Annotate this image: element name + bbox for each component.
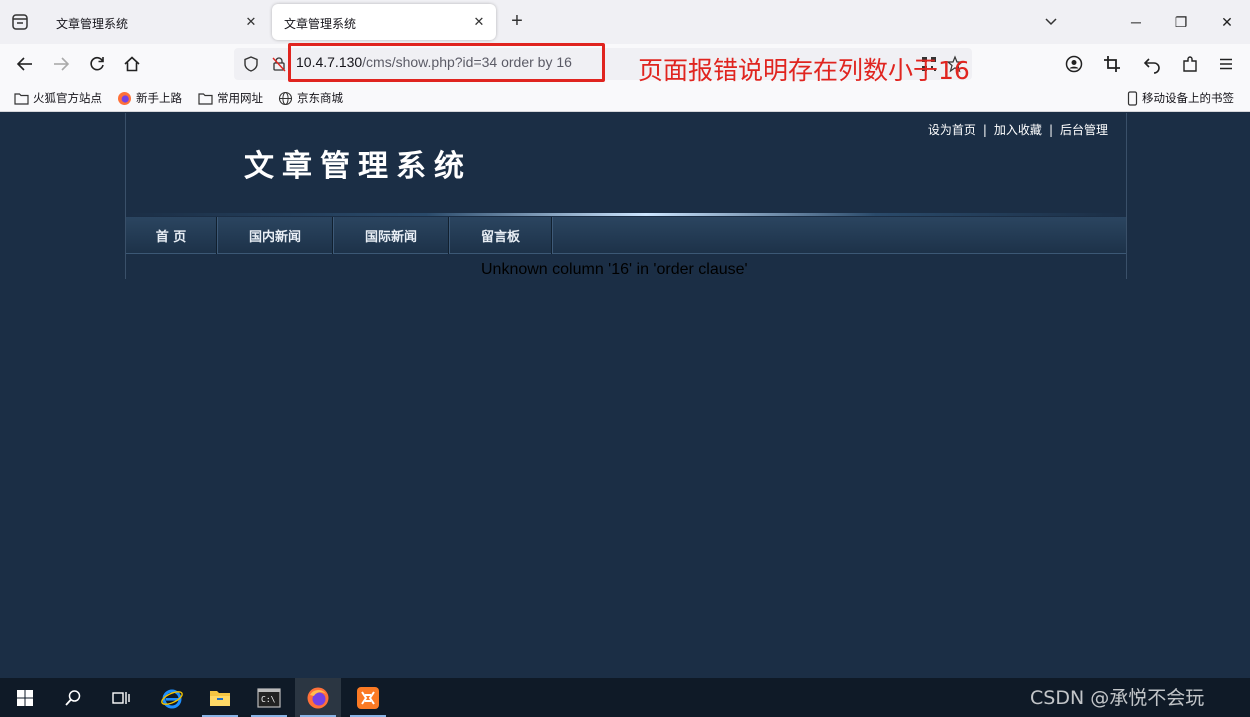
screenshot-button[interactable]	[1101, 53, 1123, 75]
site-logo[interactable]: 文章管理系统	[244, 141, 472, 185]
bookmark-item[interactable]: 火狐官方站点	[14, 90, 102, 106]
xampp-icon	[357, 686, 379, 709]
top-links: 设为首页 | 加入收藏 | 后台管理	[928, 121, 1108, 138]
maximize-button[interactable]: ❐	[1171, 12, 1191, 32]
tab-list-icon	[12, 14, 28, 30]
bookmark-label: 火狐官方站点	[33, 91, 102, 105]
web-content: 设为首页 | 加入收藏 | 后台管理 文章管理系统 首 页 国内新闻 国际新闻 留言板 …	[0, 113, 1250, 678]
arrow-left-icon	[16, 57, 32, 71]
tab-bar: 文章管理系统 ✕ 文章管理系统 ✕ + ─ ❐ ✕	[0, 0, 1250, 44]
account-icon	[1065, 55, 1083, 73]
bookmark-label: 常用网址	[217, 91, 263, 105]
menu-item-international-news[interactable]: 国际新闻	[334, 217, 449, 254]
insecure-lock-icon[interactable]	[270, 55, 288, 73]
menu-item-domestic-news[interactable]: 国内新闻	[218, 217, 333, 254]
new-tab-button[interactable]: +	[505, 10, 529, 34]
shield-icon[interactable]	[242, 55, 260, 73]
sql-error-message: Unknown column '16' in 'order clause'	[481, 261, 748, 278]
menu-item-home[interactable]: 首 页	[126, 217, 217, 254]
bookmark-item[interactable]: 新手上路	[117, 90, 182, 106]
arrow-right-icon	[54, 57, 70, 71]
firefox-taskbar[interactable]	[295, 678, 341, 717]
puzzle-icon	[1183, 56, 1197, 72]
reload-icon	[90, 56, 104, 71]
task-view-button[interactable]	[98, 678, 144, 717]
folder-icon	[198, 92, 213, 105]
bookmarks-toolbar: 火狐官方站点 新手上路 常用网址 京东商城 移动设备上的书签	[0, 84, 1250, 112]
crop-icon	[1104, 56, 1120, 72]
navigation-toolbar	[0, 44, 1250, 84]
undo-icon	[1143, 58, 1160, 74]
internet-explorer-icon	[161, 689, 183, 708]
forward-button[interactable]	[50, 53, 72, 75]
list-all-tabs-button[interactable]	[1041, 12, 1061, 32]
command-prompt-taskbar[interactable]: C:\	[246, 678, 292, 717]
file-explorer-taskbar[interactable]	[197, 678, 243, 717]
mobile-device-icon	[1127, 90, 1138, 106]
folder-icon	[14, 92, 29, 105]
search-button[interactable]	[50, 678, 96, 717]
back-button[interactable]	[14, 53, 36, 75]
reload-button[interactable]	[86, 53, 108, 75]
tab-title: 文章管理系统	[284, 17, 357, 31]
add-favorite-link[interactable]: 加入收藏	[994, 123, 1042, 137]
task-view-icon	[112, 691, 130, 704]
separator: |	[1048, 123, 1053, 137]
undo-button[interactable]	[1141, 53, 1163, 75]
mobile-bookmarks-label: 移动设备上的书签	[1142, 91, 1234, 105]
extensions-button[interactable]	[1179, 53, 1201, 75]
close-window-button[interactable]: ✕	[1217, 12, 1237, 32]
folder-icon	[210, 690, 230, 706]
bookmark-label: 京东商城	[297, 91, 343, 105]
tab-close-button[interactable]: ✕	[470, 13, 488, 31]
header-divider	[126, 213, 1126, 216]
site-container: 设为首页 | 加入收藏 | 后台管理 文章管理系统 首 页 国内新闻 国际新闻 留言板 …	[125, 113, 1127, 279]
main-menu: 首 页 国内新闻 国际新闻 留言板	[126, 217, 1126, 254]
chevron-down-icon	[1045, 18, 1057, 26]
annotation-text: 页面报错说明存在列数小于16	[638, 56, 970, 85]
minimize-button[interactable]: ─	[1126, 12, 1146, 32]
tab-title: 文章管理系统	[56, 17, 129, 31]
mobile-bookmarks[interactable]: 移动设备上的书签	[1127, 90, 1234, 106]
xampp-taskbar[interactable]	[345, 678, 391, 717]
csdn-watermark: CSDN @承悦不会玩	[1030, 687, 1205, 709]
windows-logo-icon	[17, 689, 33, 706]
search-icon	[65, 689, 81, 706]
terminal-icon: C:\	[257, 687, 281, 708]
separator: |	[982, 123, 987, 137]
bookmark-item[interactable]: 京东商城	[278, 90, 343, 106]
firefox-icon	[118, 91, 131, 105]
tab-list-button[interactable]	[8, 10, 32, 34]
account-button[interactable]	[1063, 53, 1085, 75]
home-button[interactable]	[121, 53, 143, 75]
set-homepage-link[interactable]: 设为首页	[928, 123, 976, 137]
tab-close-button[interactable]: ✕	[242, 13, 260, 31]
tab-2-active[interactable]: 文章管理系统 ✕	[272, 4, 496, 40]
bookmark-item[interactable]: 常用网址	[198, 90, 263, 106]
svg-text:C:\: C:\	[261, 695, 276, 704]
internet-explorer-taskbar[interactable]	[149, 678, 195, 717]
url-highlight-box	[288, 43, 605, 82]
hamburger-menu-icon	[1220, 58, 1232, 70]
tab-1[interactable]: 文章管理系统 ✕	[44, 4, 268, 40]
firefox-icon	[307, 687, 329, 708]
menu-item-guestbook[interactable]: 留言板	[450, 217, 552, 254]
bookmark-label: 新手上路	[136, 91, 182, 105]
home-icon	[124, 56, 140, 72]
menu-button[interactable]	[1215, 53, 1237, 75]
admin-link[interactable]: 后台管理	[1060, 123, 1108, 137]
globe-icon	[278, 91, 293, 105]
start-button[interactable]	[2, 678, 48, 717]
